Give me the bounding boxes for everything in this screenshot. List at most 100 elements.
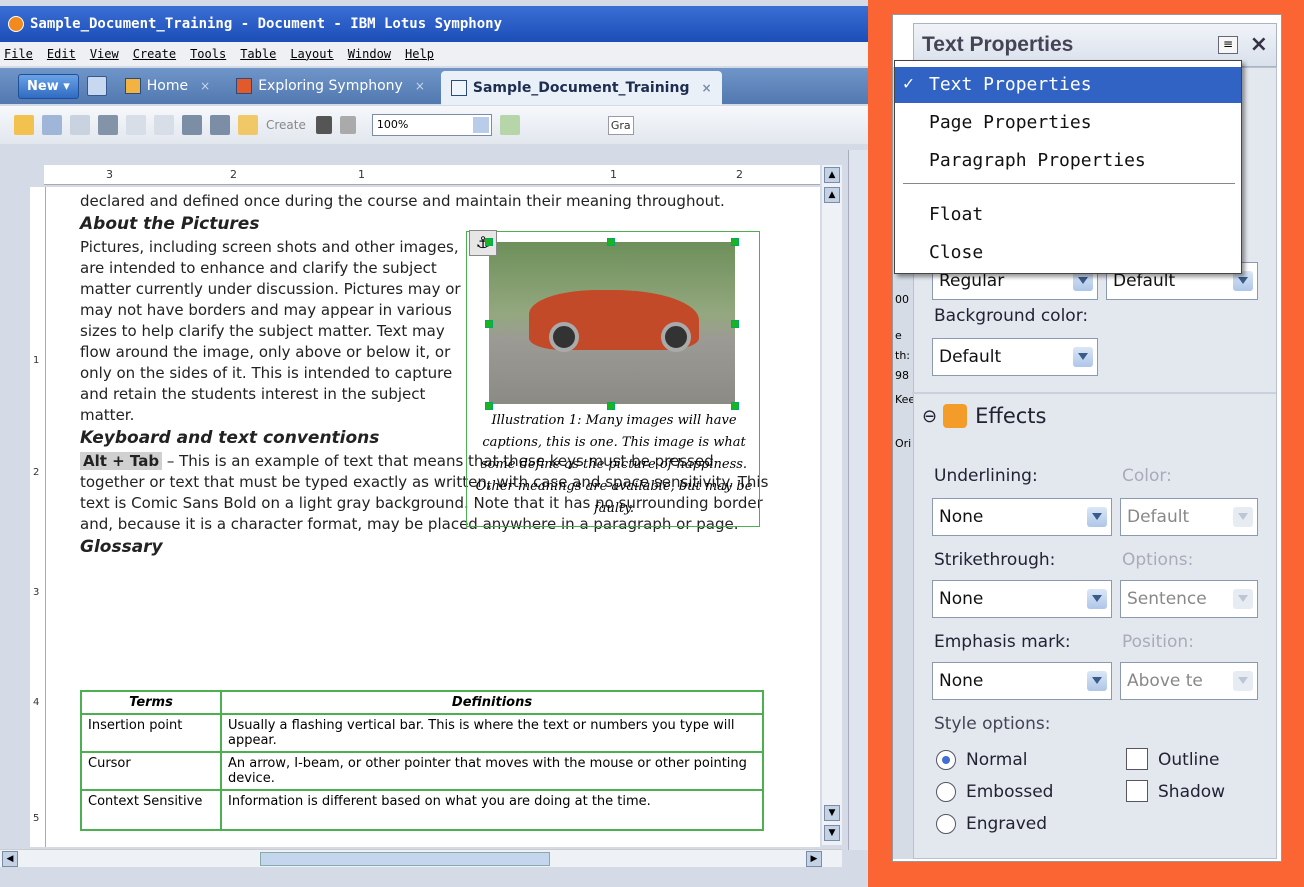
table-cell[interactable]: Cursor (80, 751, 222, 791)
panel-title[interactable]: Text Properties (922, 33, 1073, 57)
radio-embossed[interactable] (936, 782, 956, 802)
menu-edit[interactable]: Edit (47, 47, 76, 61)
strikethrough-select[interactable]: None (932, 580, 1112, 618)
resize-handle[interactable] (485, 238, 493, 246)
close-tab-icon[interactable]: × (415, 79, 425, 93)
font-size-value: Default (1113, 271, 1176, 291)
resize-handle[interactable] (485, 320, 493, 328)
field-icon[interactable] (339, 116, 356, 134)
resize-handle[interactable] (731, 402, 739, 410)
effects-section-header[interactable]: ⊖ Effects (922, 404, 1046, 428)
panel-menu-icon[interactable]: ≡ (1218, 36, 1238, 54)
menu-item-label: Page Properties (929, 112, 1092, 133)
effects-title: Effects (975, 404, 1047, 428)
window-switch-icon[interactable] (86, 76, 107, 96)
menu-tools[interactable]: Tools (190, 47, 226, 61)
paste-icon[interactable] (238, 115, 258, 135)
table-cell[interactable]: An arrow, I-beam, or other pointer that … (220, 751, 764, 791)
menu-item-text-properties[interactable]: ✓ Text Properties (895, 67, 1241, 103)
print-icon[interactable] (98, 115, 118, 135)
close-tab-icon[interactable]: × (701, 81, 711, 95)
checkbox-outline[interactable] (1126, 748, 1148, 770)
image-frame[interactable]: ⚓ Illustration 1: Many images will have … (466, 230, 760, 527)
emphasis-value: None (939, 671, 984, 691)
resize-handle[interactable] (607, 238, 615, 246)
spellcheck-icon[interactable] (499, 115, 520, 135)
tab-exploring[interactable]: Exploring Symphony × (226, 72, 435, 100)
new-button[interactable]: New ▾ (18, 73, 79, 99)
scroll-left-icon[interactable]: ◀ (2, 851, 18, 867)
ruler-mark: 2 (230, 168, 237, 181)
radio-embossed-label[interactable]: Embossed (966, 782, 1053, 802)
copy-icon[interactable] (210, 115, 230, 135)
menu-table[interactable]: Table (240, 47, 276, 61)
resize-handle[interactable] (485, 402, 493, 410)
ruler-mark: 5 (33, 813, 40, 824)
tab-home-label: Home (146, 78, 189, 94)
tab-sample-document[interactable]: Sample_Document_Training × (440, 71, 722, 105)
home-icon (124, 78, 141, 94)
scroll-down-icon[interactable]: ▼ (824, 805, 840, 821)
panel-close-icon[interactable]: × (1250, 32, 1268, 57)
radio-normal[interactable] (936, 750, 956, 770)
radio-engraved-label[interactable]: Engraved (966, 814, 1047, 834)
underlining-select[interactable]: None (932, 498, 1112, 536)
paragraph-marks-icon[interactable] (315, 116, 332, 134)
zoom-select[interactable]: 100% (371, 114, 492, 136)
scroll-top-icon[interactable]: ▲ (824, 167, 840, 183)
vertical-scrollbar[interactable]: ▲ ▲ ▼ ▼ (822, 165, 842, 845)
scroll-thumb[interactable] (260, 852, 550, 866)
main-toolbar: Create 100% Gra (0, 106, 868, 144)
tab-bar: New ▾ Home × Exploring Symphony × Sample_D… (0, 68, 868, 105)
resize-handle[interactable] (731, 238, 739, 246)
redo-icon[interactable] (154, 115, 174, 135)
menu-item-page-properties[interactable]: Page Properties (895, 105, 1241, 141)
bg-color-select[interactable]: Default (932, 338, 1098, 376)
export-icon[interactable] (70, 115, 90, 135)
checkbox-shadow-label[interactable]: Shadow (1158, 782, 1225, 802)
resize-handle[interactable] (731, 320, 739, 328)
save-icon[interactable] (42, 115, 62, 135)
car-photo[interactable] (489, 242, 735, 404)
style-select[interactable]: Gra (607, 115, 634, 135)
menu-item-close[interactable]: Close (895, 235, 1241, 271)
menu-window[interactable]: Window (348, 47, 391, 61)
cut-icon[interactable] (182, 115, 202, 135)
scroll-bottom-icon[interactable]: ▼ (824, 825, 840, 841)
menu-view[interactable]: View (90, 47, 119, 61)
open-icon[interactable] (14, 115, 34, 135)
radio-engraved[interactable] (936, 814, 956, 834)
horizontal-scrollbar[interactable]: ◀ ▶ (0, 849, 842, 867)
bg-color-value: Default (939, 347, 1002, 367)
style-options-label-text: Style options: (934, 714, 1051, 734)
table-cell[interactable]: Information is different based on what y… (220, 789, 764, 831)
symphony-window: Sample_Document_Training - Document - IB… (0, 0, 868, 887)
keyboard-shortcut-sample: Alt + Tab (80, 452, 163, 470)
radio-normal-label[interactable]: Normal (966, 750, 1028, 770)
menu-item-paragraph-properties[interactable]: Paragraph Properties (895, 143, 1241, 179)
emphasis-position-value: Above te (1127, 671, 1203, 691)
menu-help[interactable]: Help (405, 47, 434, 61)
document-page[interactable]: declared and defined once during the cou… (46, 187, 820, 847)
undo-icon[interactable] (126, 115, 146, 135)
close-tab-icon[interactable]: × (200, 79, 210, 93)
menu-item-float[interactable]: Float (895, 197, 1241, 233)
resize-handle[interactable] (607, 402, 615, 410)
scroll-up-icon[interactable]: ▲ (824, 187, 840, 203)
create-button[interactable]: Create (266, 118, 306, 132)
collapse-icon[interactable]: ⊖ (922, 406, 937, 427)
table-cell[interactable]: Context Sensitive (80, 789, 222, 831)
effects-icon (943, 404, 968, 428)
menu-create[interactable]: Create (133, 47, 176, 61)
menu-layout[interactable]: Layout (290, 47, 333, 61)
table-cell[interactable]: Usually a flashing vertical bar. This is… (220, 713, 764, 753)
checkbox-shadow[interactable] (1126, 780, 1148, 802)
table-cell[interactable]: Insertion point (80, 713, 222, 753)
tab-home[interactable]: Home × (115, 72, 220, 100)
strip-text: 00 (895, 293, 909, 306)
table-row: Cursor An arrow, I-beam, or other pointe… (80, 751, 764, 791)
checkbox-outline-label[interactable]: Outline (1158, 750, 1220, 770)
scroll-right-icon[interactable]: ▶ (806, 851, 822, 867)
menu-file[interactable]: File (4, 47, 33, 61)
emphasis-select[interactable]: None (932, 662, 1112, 700)
